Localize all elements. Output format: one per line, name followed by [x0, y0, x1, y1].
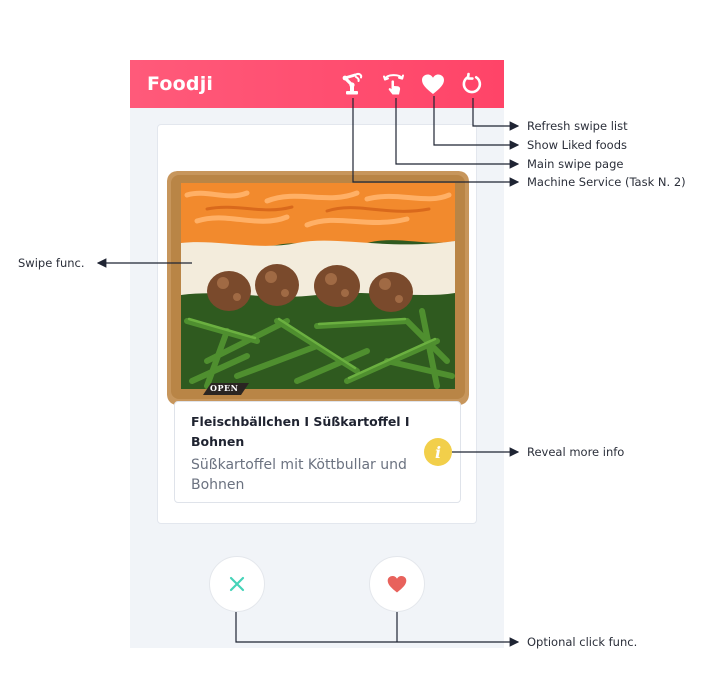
annotation-swipe-func: Swipe func.	[18, 256, 85, 270]
annotation-refresh: Refresh swipe list	[527, 119, 628, 133]
annotation-reveal-info: Reveal more info	[527, 445, 625, 459]
package-tag: OPEN	[210, 383, 239, 393]
annotation-machine-service: Machine Service (Task N. 2)	[527, 175, 686, 189]
like-button[interactable]	[369, 556, 425, 612]
heart-icon[interactable]	[419, 70, 447, 98]
refresh-icon[interactable]	[458, 70, 486, 98]
close-icon	[229, 576, 245, 592]
app-screen: Foodji OPEN Fleischbällchen I Süßkartoff…	[130, 60, 504, 648]
annotation-liked: Show Liked foods	[527, 138, 627, 152]
heart-icon	[387, 575, 407, 593]
annotation-main-swipe: Main swipe page	[527, 157, 624, 171]
app-header: Foodji	[130, 60, 504, 108]
dislike-button[interactable]	[209, 556, 265, 612]
food-info-panel: Fleischbällchen I Süßkartoffel I Bohnen …	[174, 401, 461, 503]
robot-arm-icon[interactable]	[339, 70, 367, 98]
food-name: Fleischbällchen I Süßkartoffel I Bohnen	[191, 414, 410, 449]
food-description: Süßkartoffel mit Köttbullar und Bohnen	[191, 457, 407, 493]
annotation-optional-click: Optional click func.	[527, 635, 638, 649]
swipe-hand-icon[interactable]	[380, 70, 408, 98]
info-icon[interactable]: i	[424, 438, 452, 466]
app-title: Foodji	[147, 73, 214, 95]
swipe-card[interactable]: OPEN Fleischbällchen I Süßkartoffel I Bo…	[157, 124, 477, 524]
food-image: OPEN	[167, 171, 469, 405]
